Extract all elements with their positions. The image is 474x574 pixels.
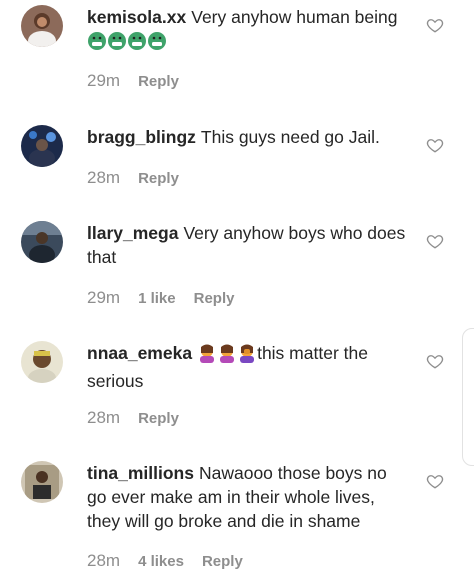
avatar[interactable] xyxy=(21,221,63,263)
face-with-symbols-icon xyxy=(127,31,147,57)
woman-raising-hand-icon xyxy=(217,343,237,369)
heart-icon[interactable] xyxy=(426,232,444,250)
woman-facepalming-icon xyxy=(237,343,257,369)
comment-time: 28m xyxy=(87,168,121,187)
comment-username[interactable]: nnaa_emeka xyxy=(87,343,192,363)
comment-username[interactable]: bragg_blingz xyxy=(87,127,196,147)
comment-time: 29m xyxy=(87,288,121,307)
heart-icon[interactable] xyxy=(426,16,444,34)
scrollbar[interactable] xyxy=(462,328,474,466)
avatar[interactable] xyxy=(21,461,63,503)
reply-button[interactable]: Reply xyxy=(138,73,179,90)
avatar[interactable] xyxy=(21,125,63,167)
face-with-symbols-icon xyxy=(107,31,127,57)
comment-username[interactable]: tina_millions xyxy=(87,463,194,483)
avatar[interactable] xyxy=(21,5,63,47)
comment-username[interactable]: llary_mega xyxy=(87,223,178,243)
reply-button[interactable]: Reply xyxy=(194,290,235,307)
face-with-symbols-icon xyxy=(87,31,107,57)
face-with-symbols-icon xyxy=(147,31,167,57)
likes-count[interactable]: 1 like xyxy=(138,290,176,307)
reply-button[interactable]: Reply xyxy=(138,170,179,187)
avatar[interactable] xyxy=(21,341,63,383)
heart-icon[interactable] xyxy=(426,136,444,154)
likes-count[interactable]: 4 likes xyxy=(138,553,184,570)
woman-raising-hand-icon xyxy=(197,343,217,369)
comment-username[interactable]: kemisola.xx xyxy=(87,7,186,27)
heart-icon[interactable] xyxy=(426,352,444,370)
comment-text: This guys need go Jail. xyxy=(200,127,380,147)
heart-icon[interactable] xyxy=(426,472,444,490)
comment-time: 28m xyxy=(87,408,121,427)
comment-time: 28m xyxy=(87,551,121,570)
reply-button[interactable]: Reply xyxy=(138,410,179,427)
comment-text: Very anyhow human being xyxy=(191,7,398,27)
reply-button[interactable]: Reply xyxy=(202,553,243,570)
comment-time: 29m xyxy=(87,71,121,90)
